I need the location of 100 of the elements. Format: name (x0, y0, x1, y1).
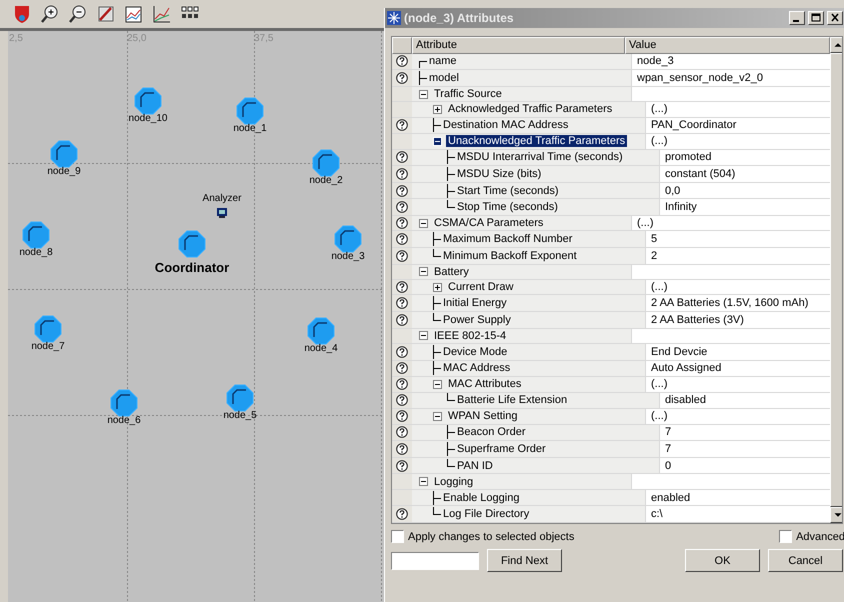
property-value[interactable]: wpan_sensor_node_v2_0 (635, 72, 765, 84)
node-icon[interactable] (312, 149, 340, 177)
property-value[interactable]: (...) (649, 135, 670, 148)
scroll-down-icon[interactable] (830, 507, 842, 523)
expander-icon[interactable] (419, 477, 428, 486)
expander-icon[interactable] (419, 218, 428, 228)
property-value[interactable]: Infinity (663, 201, 699, 214)
property-name[interactable]: Unacknowledged Traffic Parameters (446, 135, 628, 148)
property-value[interactable]: enabled (649, 492, 692, 504)
node-icon[interactable] (110, 389, 138, 417)
expander-icon[interactable] (419, 331, 428, 340)
chart-icon[interactable] (124, 4, 144, 24)
property-value[interactable]: 0 (663, 460, 674, 472)
advanced-checkbox[interactable]: Advanced (779, 530, 844, 543)
help-icon[interactable] (396, 201, 408, 214)
node-icon[interactable] (134, 87, 162, 115)
ok-button[interactable]: OK (685, 549, 760, 572)
property-name[interactable]: PAN ID (455, 460, 495, 472)
property-value[interactable]: 2 (649, 250, 660, 262)
node-icon[interactable] (50, 140, 78, 168)
node-icon[interactable] (307, 317, 335, 345)
minimize-icon[interactable] (789, 11, 805, 25)
node-label: node_3 (331, 251, 365, 262)
node-label: Analyzer (202, 193, 242, 204)
property-value[interactable]: promoted (663, 151, 714, 164)
help-icon[interactable] (396, 314, 408, 326)
property-value[interactable]: Auto Assigned (649, 362, 724, 374)
help-icon[interactable] (396, 217, 408, 230)
search-field[interactable] (391, 552, 479, 570)
zoom-in-icon[interactable] (40, 4, 60, 24)
shield-icon[interactable] (12, 4, 32, 24)
property-value[interactable]: constant (504) (663, 168, 738, 180)
help-icon[interactable] (396, 297, 408, 310)
help-icon[interactable] (396, 184, 408, 197)
find-next-button[interactable]: Find Next (487, 549, 562, 572)
help-icon[interactable] (396, 394, 408, 406)
property-value[interactable]: End Devcie (649, 346, 710, 358)
scroll-up-icon[interactable] (830, 37, 842, 53)
help-icon[interactable] (396, 426, 408, 438)
property-value[interactable]: 7 (663, 442, 674, 455)
property-value[interactable]: disabled (663, 394, 708, 406)
expander-icon[interactable] (433, 412, 442, 421)
help-icon[interactable] (396, 346, 408, 358)
expander-icon[interactable] (419, 90, 428, 99)
property-value[interactable]: (...) (649, 103, 670, 116)
node-icon[interactable] (334, 225, 362, 253)
property-value[interactable]: 2 AA Batteries (1.5V, 1600 mAh) (649, 297, 810, 310)
expander-icon[interactable] (433, 380, 442, 389)
property-value[interactable]: 0,0 (663, 184, 682, 197)
property-value[interactable]: (...) (649, 281, 670, 294)
property-value[interactable]: 5 (649, 233, 660, 246)
cancel-button[interactable]: Cancel (768, 549, 843, 572)
property-value[interactable]: node_3 (635, 55, 676, 68)
help-icon[interactable] (396, 410, 408, 422)
expander-icon[interactable] (433, 282, 442, 292)
help-icon[interactable] (396, 55, 408, 68)
line-graph-icon[interactable] (152, 4, 172, 24)
help-icon[interactable] (396, 442, 408, 455)
help-icon[interactable] (396, 151, 408, 164)
node-label: node_1 (233, 123, 267, 134)
apply-checkbox[interactable]: Apply changes to selected objects (391, 530, 574, 543)
help-icon[interactable] (396, 250, 408, 262)
help-icon[interactable] (396, 119, 408, 132)
help-icon[interactable] (396, 72, 408, 84)
property-value[interactable]: 2 AA Batteries (3V) (649, 314, 746, 326)
node-label: node_10 (128, 113, 168, 124)
help-icon[interactable] (396, 281, 408, 294)
property-name[interactable]: model (427, 72, 461, 84)
column-header[interactable]: Value (625, 37, 830, 54)
node-label: node_6 (107, 415, 141, 426)
property-value[interactable]: (...) (649, 378, 670, 390)
help-icon[interactable] (396, 233, 408, 246)
node-icon[interactable] (178, 230, 206, 258)
monitor-icon[interactable] (216, 207, 228, 219)
node-icon[interactable] (226, 384, 254, 412)
column-header[interactable]: Attribute (412, 37, 625, 54)
property-name[interactable]: Logging (432, 476, 476, 488)
node-icon[interactable] (22, 221, 50, 249)
help-icon[interactable] (396, 460, 408, 472)
node-label: node_2 (309, 175, 343, 186)
help-icon[interactable] (396, 168, 408, 180)
expander-icon[interactable] (433, 104, 442, 114)
property-value[interactable]: c:\ (649, 508, 665, 520)
node-icon[interactable] (236, 97, 264, 125)
expander-icon[interactable] (419, 267, 428, 276)
help-icon[interactable] (396, 508, 408, 520)
node-icon[interactable] (34, 315, 62, 343)
zoom-out-icon[interactable] (68, 4, 88, 24)
pen-icon[interactable] (96, 4, 116, 24)
property-name[interactable]: name (427, 55, 459, 68)
help-icon[interactable] (396, 378, 408, 390)
property-value[interactable]: (...) (649, 410, 670, 422)
property-value[interactable]: PAN_Coordinator (649, 119, 738, 132)
property-value[interactable]: (...) (635, 217, 656, 230)
maximize-icon[interactable] (808, 11, 824, 25)
close-icon[interactable] (827, 11, 843, 25)
help-icon[interactable] (396, 362, 408, 374)
property-value[interactable]: 7 (663, 426, 674, 438)
node-label: Coordinator (154, 260, 230, 275)
property-name[interactable]: Battery (432, 266, 471, 278)
